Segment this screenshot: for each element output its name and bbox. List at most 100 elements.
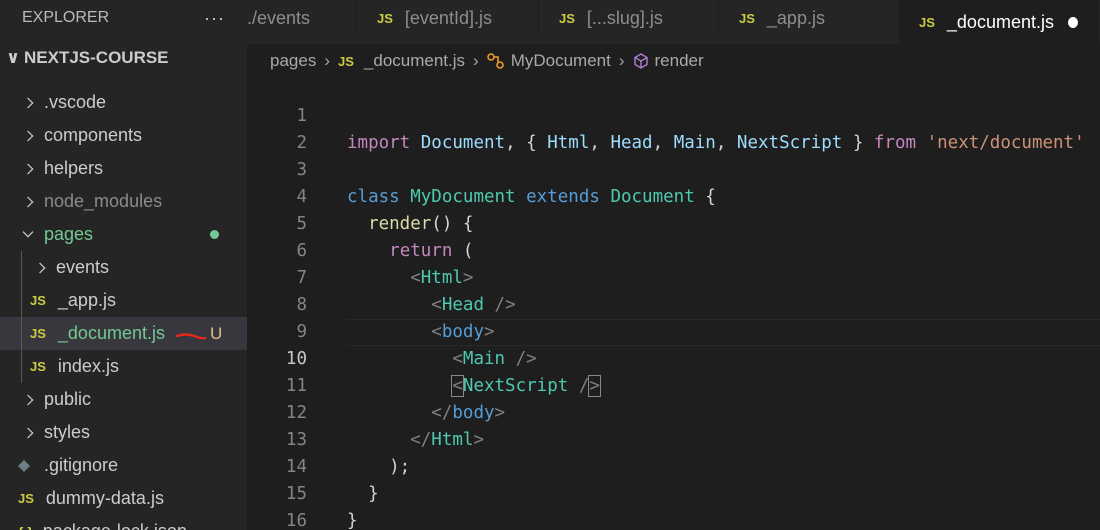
- editor-tabs: .../events JS [eventId].js JS [...slug].…: [247, 0, 1100, 44]
- chevron-right-icon: [22, 195, 34, 208]
- code-line: 5 return (: [247, 184, 1100, 261]
- js-file-icon: JS: [559, 10, 575, 26]
- tab-label: _app.js: [766, 7, 825, 28]
- tree-item-app-js[interactable]: JS _app.js: [0, 284, 247, 317]
- tree-item-index-js[interactable]: JS index.js: [0, 350, 247, 383]
- method-cube-icon: [633, 53, 648, 69]
- tree-item-label: public: [44, 389, 92, 409]
- chevron-down-icon: ∨: [6, 48, 20, 67]
- code-line: 2: [247, 103, 1100, 153]
- tree-item-events[interactable]: events: [0, 251, 247, 284]
- indent-guide: [21, 251, 22, 284]
- tab-slug-js[interactable]: JS [...slug].js: [539, 0, 719, 36]
- tree-item-label: helpers: [44, 158, 104, 178]
- tab-label: _document.js: [946, 11, 1054, 32]
- json-file-icon: { }: [18, 524, 33, 530]
- tab-app-js[interactable]: JS _app.js: [719, 0, 899, 36]
- tree-item-label: styles: [44, 422, 91, 442]
- chevron-right-icon: ›: [473, 51, 479, 70]
- js-file-icon: JS: [30, 293, 46, 308]
- js-file-icon: JS: [30, 359, 46, 374]
- tree-item-gitignore[interactable]: .gitignore: [0, 449, 247, 482]
- js-file-icon: JS: [30, 326, 46, 341]
- code-line: 6 <Html>: [247, 211, 1100, 288]
- tree-item-components[interactable]: components: [0, 119, 247, 152]
- indent-guide: [21, 350, 22, 383]
- tree-item-label: pages: [44, 224, 94, 244]
- code-line: 7 <Head />: [247, 238, 1100, 315]
- tree-item-label: components: [44, 125, 143, 145]
- git-modified-dot: [210, 230, 219, 239]
- code-line: 15 }: [247, 454, 1100, 530]
- indent-guide: [21, 317, 22, 350]
- breadcrumb-method[interactable]: render: [655, 51, 704, 71]
- tab-label: [eventId].js: [404, 7, 492, 28]
- project-name: NEXTJS-COURSE: [24, 48, 169, 67]
- tab-label: .../events: [247, 7, 311, 28]
- code-line: 11 </body>: [247, 346, 1100, 423]
- breadcrumb-file[interactable]: _document.js: [364, 51, 465, 71]
- tree-item-vscode[interactable]: .vscode: [0, 86, 247, 119]
- code-line: 8 <body>: [247, 265, 1100, 342]
- code-line: 4 render() {: [247, 157, 1100, 234]
- js-file-icon: JS: [377, 10, 393, 26]
- code-line-current: 10 <NextScript />: [247, 319, 1100, 397]
- red-pen-annotation: [176, 333, 206, 340]
- code-line: 16: [247, 481, 1100, 530]
- breadcrumb-folder[interactable]: pages: [270, 51, 316, 71]
- code-line: 9 <Main />: [247, 292, 1100, 369]
- tree-item-package-lock-json[interactable]: { } package-lock.json: [0, 515, 247, 530]
- code-text: }: [347, 511, 358, 530]
- code-editor[interactable]: 1 import Document, { Html, Head, Main, N…: [247, 76, 1100, 530]
- tree-item-helpers[interactable]: helpers: [0, 152, 247, 185]
- tree-item-styles[interactable]: styles: [0, 416, 247, 449]
- tree-item-pages[interactable]: pages: [0, 218, 247, 251]
- chevron-right-icon: [22, 129, 34, 142]
- tree-item-label: index.js: [57, 356, 119, 376]
- code-line: 12 </Html>: [247, 373, 1100, 450]
- chevron-down-icon: [22, 225, 34, 238]
- code-line: 14 }: [247, 427, 1100, 504]
- tree-item-label: events: [56, 257, 110, 277]
- js-file-icon: JS: [919, 14, 935, 30]
- breadcrumb: pages › JS _document.js › MyDocument › r…: [270, 48, 704, 74]
- tree-item-label: package-lock.json: [43, 521, 187, 530]
- code-line: 13 );: [247, 400, 1100, 477]
- tree-item-dummy-data-js[interactable]: JS dummy-data.js: [0, 482, 247, 515]
- explorer-header: EXPLORER ···: [0, 0, 247, 36]
- js-file-icon: JS: [338, 53, 354, 69]
- chevron-right-icon: [34, 261, 46, 274]
- chevron-right-icon: [22, 393, 34, 406]
- tab-events[interactable]: .../events: [247, 0, 357, 36]
- tab-document-js[interactable]: JS _document.js: [899, 0, 1099, 44]
- indent-guide: [21, 284, 22, 317]
- js-file-icon: JS: [739, 10, 755, 26]
- tree-item-public[interactable]: public: [0, 383, 247, 416]
- chevron-right-icon: ›: [618, 51, 625, 70]
- code-line: 1 import Document, { Html, Head, Main, N…: [247, 76, 1100, 153]
- unsaved-dot-icon[interactable]: [1067, 16, 1078, 28]
- js-file-icon: JS: [18, 491, 34, 506]
- chevron-right-icon: [22, 96, 34, 109]
- file-tree: .vscode components helpers node_modules …: [0, 86, 247, 530]
- tree-item-label: _app.js: [57, 290, 116, 310]
- tree-item-label: node_modules: [44, 191, 163, 211]
- tree-item-label: _document.js: [57, 323, 165, 343]
- explorer-sidebar: EXPLORER ··· ∨ NEXTJS-COURSE .vscode com…: [0, 0, 247, 530]
- explorer-title: EXPLORER: [22, 9, 110, 26]
- chevron-right-icon: [22, 162, 34, 175]
- line-number: 16: [285, 511, 307, 530]
- tree-item-label: .gitignore: [44, 455, 119, 475]
- class-symbol-icon: [486, 53, 504, 69]
- chevron-right-icon: [22, 426, 34, 439]
- project-folder-header[interactable]: ∨ NEXTJS-COURSE: [0, 36, 247, 80]
- gitignore-icon: [18, 459, 30, 472]
- tab-eventid-js[interactable]: JS [eventId].js: [357, 0, 539, 36]
- tree-item-label: dummy-data.js: [45, 488, 164, 508]
- tree-item-label: .vscode: [44, 92, 107, 112]
- tree-item-document-js[interactable]: JS _document.js U: [0, 317, 247, 350]
- tree-item-node-modules[interactable]: node_modules: [0, 185, 247, 218]
- breadcrumb-class[interactable]: MyDocument: [511, 51, 611, 71]
- tab-label: [...slug].js: [586, 7, 663, 28]
- more-actions-icon[interactable]: ···: [204, 8, 225, 29]
